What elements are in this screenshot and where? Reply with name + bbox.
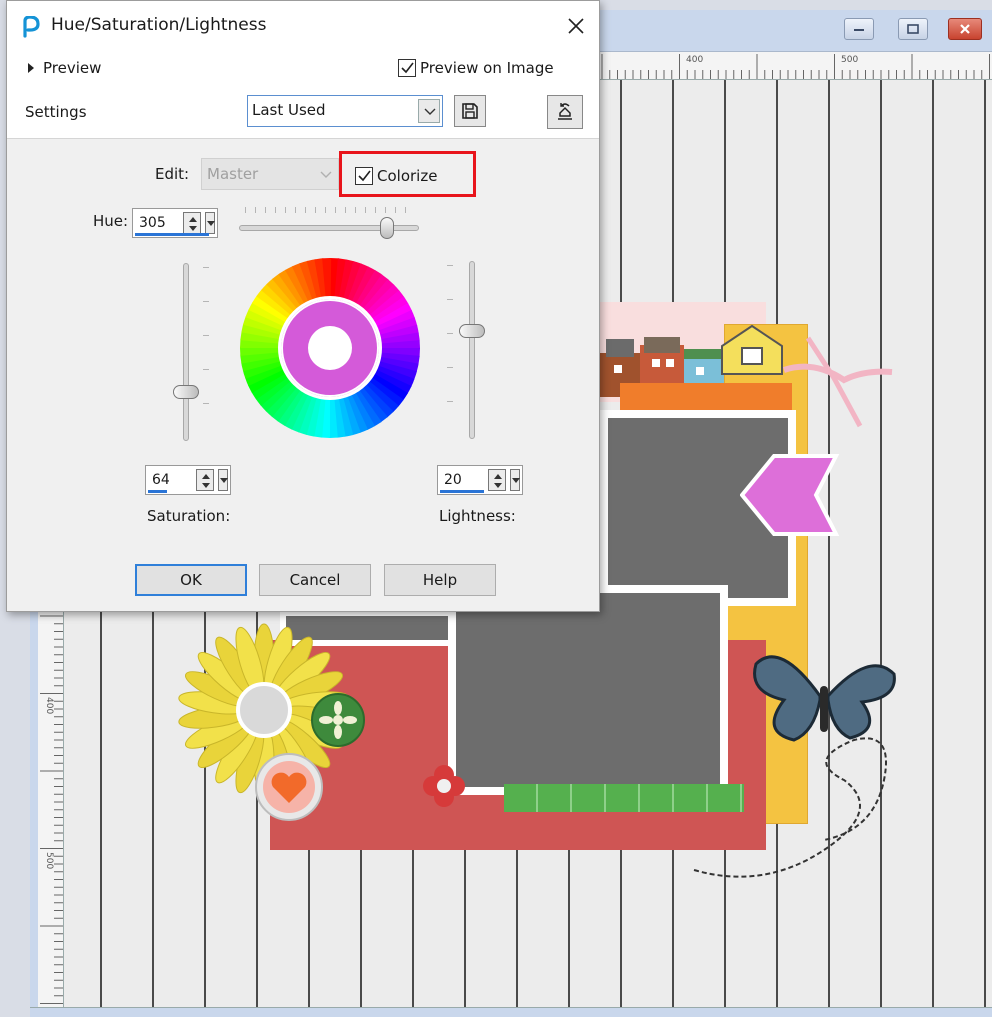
hue-slider-thumb[interactable] bbox=[379, 217, 394, 239]
hue-slider[interactable] bbox=[239, 201, 419, 241]
preview-toggle[interactable]: Preview bbox=[27, 59, 101, 77]
minimize-icon bbox=[854, 29, 864, 31]
dialog-title: Hue/Saturation/Lightness bbox=[51, 15, 267, 35]
colorize-checkbox[interactable]: Colorize bbox=[355, 167, 437, 185]
settings-panel: Preview Preview on Image Settings Last U… bbox=[7, 51, 599, 139]
saturation-slider-thumb[interactable] bbox=[173, 384, 199, 399]
dialog-titlebar: Hue/Saturation/Lightness bbox=[7, 1, 599, 51]
cancel-button[interactable]: Cancel bbox=[259, 564, 371, 596]
settings-dropdown-button[interactable] bbox=[418, 99, 440, 123]
chevron-down-icon bbox=[207, 221, 215, 226]
reset-to-default-button[interactable] bbox=[547, 95, 583, 129]
chevron-down-icon bbox=[220, 478, 228, 483]
colorize-label: Colorize bbox=[377, 167, 438, 185]
save-icon bbox=[462, 103, 478, 119]
hue-dropdown-button[interactable] bbox=[205, 212, 215, 234]
saturation-stepper[interactable] bbox=[196, 469, 214, 491]
app-titlebar bbox=[600, 10, 992, 52]
green-flower-button bbox=[311, 693, 365, 747]
ruler-left-mark-400: 400 bbox=[44, 697, 54, 715]
settings-preset-value: Last Used bbox=[252, 101, 326, 119]
spin-arrows-icon bbox=[494, 474, 502, 488]
maximize-button[interactable] bbox=[898, 18, 928, 40]
lightness-label: Lightness: bbox=[439, 507, 516, 525]
ruler-top: 400 500 bbox=[600, 52, 992, 80]
checkbox-check-icon bbox=[401, 62, 414, 74]
preview-on-image-label: Preview on Image bbox=[420, 59, 554, 77]
chevron-down-icon bbox=[320, 171, 332, 178]
purple-arrow-tag bbox=[740, 454, 840, 536]
color-wheel[interactable] bbox=[239, 257, 421, 439]
ruler-left-ticks bbox=[40, 615, 63, 1004]
reset-icon bbox=[558, 103, 572, 120]
saturation-input[interactable]: 64 bbox=[145, 465, 231, 495]
lightness-slider-ticks bbox=[447, 265, 453, 433]
ok-button[interactable]: OK bbox=[135, 564, 247, 596]
edit-channel-value: Master bbox=[207, 165, 259, 183]
hue-progress-underline bbox=[135, 233, 209, 236]
saturation-progress-underline bbox=[148, 490, 167, 493]
minimize-button[interactable] bbox=[844, 18, 874, 40]
ruler-mark-500: 500 bbox=[841, 55, 859, 65]
paintshop-pro-icon bbox=[23, 16, 40, 38]
color-wheel-center bbox=[308, 326, 352, 370]
saturation-value: 64 bbox=[152, 472, 170, 488]
lightness-progress-underline bbox=[440, 490, 485, 493]
close-icon bbox=[960, 24, 970, 34]
preview-on-image-box[interactable] bbox=[398, 59, 416, 77]
save-preset-button[interactable] bbox=[454, 95, 486, 127]
lightness-value: 20 bbox=[444, 472, 462, 488]
saturation-label: Saturation: bbox=[147, 507, 231, 525]
close-icon bbox=[568, 18, 584, 34]
preview-chevron-icon bbox=[28, 63, 34, 73]
chevron-down-icon bbox=[512, 478, 520, 483]
dialog-close-button[interactable] bbox=[563, 13, 589, 39]
hue-slider-ticks bbox=[245, 207, 413, 213]
lightness-stepper[interactable] bbox=[488, 469, 506, 491]
edit-label: Edit: bbox=[155, 165, 190, 183]
ruler-left: 400 500 bbox=[38, 612, 64, 1007]
ruler-top-ticks bbox=[601, 54, 990, 79]
lightness-slider-thumb[interactable] bbox=[459, 324, 485, 339]
butterfly bbox=[753, 655, 896, 742]
maximize-icon bbox=[907, 24, 919, 34]
checkbox-check-icon bbox=[358, 170, 371, 182]
red-flower bbox=[423, 765, 465, 807]
hue-label: Hue: bbox=[93, 212, 129, 230]
saturation-slider-track[interactable] bbox=[183, 263, 189, 441]
hue-input[interactable]: 305 bbox=[132, 208, 218, 238]
saturation-dropdown-button[interactable] bbox=[218, 469, 228, 491]
lightness-slider-track[interactable] bbox=[469, 261, 475, 439]
saturation-slider[interactable] bbox=[169, 257, 209, 447]
close-window-button[interactable] bbox=[948, 18, 982, 40]
edit-channel-select: Master bbox=[201, 158, 339, 190]
spin-arrows-icon bbox=[202, 474, 210, 488]
spin-arrows-icon bbox=[189, 217, 197, 231]
ruler-left-mark-500: 500 bbox=[44, 852, 54, 870]
lightness-dropdown-button[interactable] bbox=[510, 469, 520, 491]
hue-stepper[interactable] bbox=[183, 212, 201, 234]
left-window-frame bbox=[30, 612, 38, 1007]
settings-label: Settings bbox=[25, 103, 87, 121]
ruler-mark-400: 400 bbox=[686, 55, 704, 65]
pink-bow bbox=[783, 336, 893, 428]
chevron-down-icon bbox=[424, 108, 436, 115]
status-bar bbox=[30, 1007, 992, 1017]
colorize-box[interactable] bbox=[355, 167, 373, 185]
saturation-slider-ticks bbox=[203, 267, 209, 435]
hue-saturation-lightness-dialog: Hue/Saturation/Lightness Preview Preview… bbox=[6, 0, 600, 612]
heart-button bbox=[255, 753, 323, 821]
preview-on-image-checkbox[interactable]: Preview on Image bbox=[398, 59, 554, 77]
help-button[interactable]: Help bbox=[384, 564, 496, 596]
lightness-input[interactable]: 20 bbox=[437, 465, 523, 495]
hue-value: 305 bbox=[139, 215, 166, 231]
preview-label: Preview bbox=[43, 59, 102, 77]
settings-preset-select[interactable]: Last Used bbox=[247, 95, 443, 127]
lightness-slider[interactable] bbox=[447, 255, 495, 445]
